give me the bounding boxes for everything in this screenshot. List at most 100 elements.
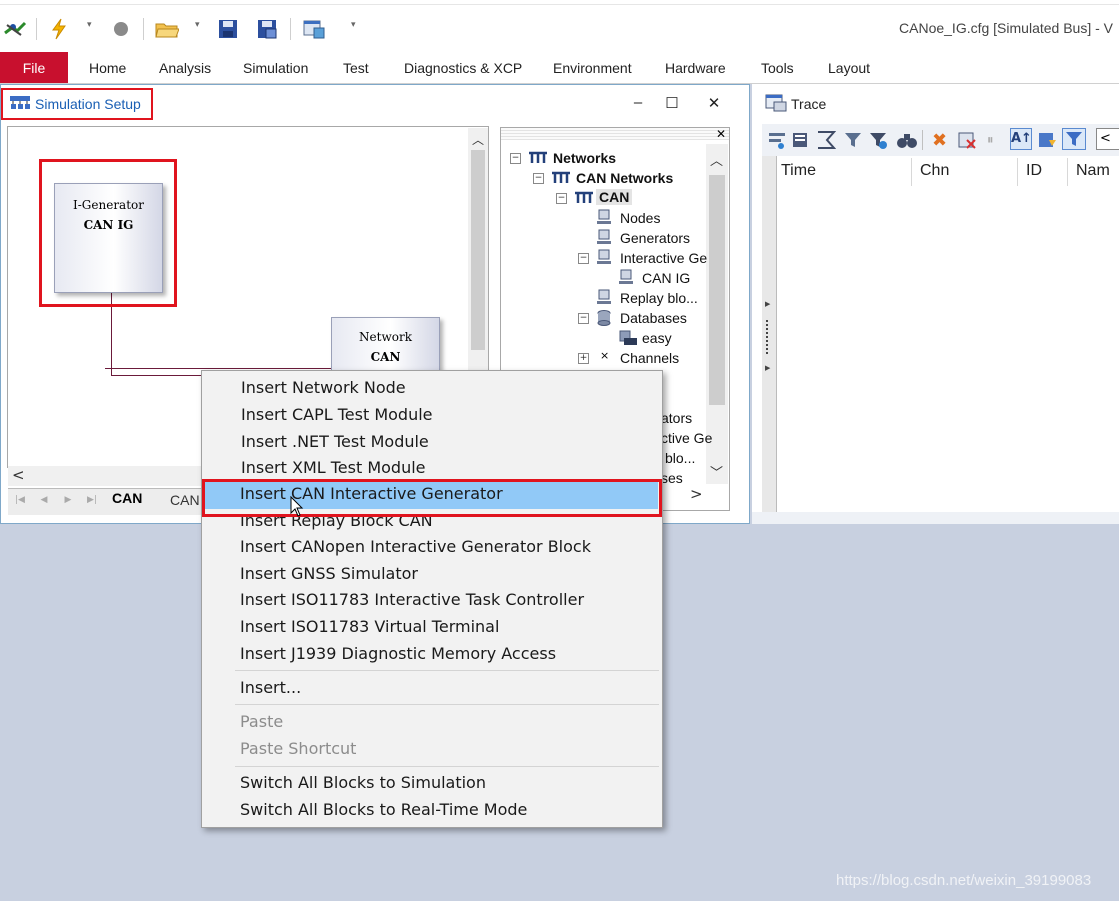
tab-simulation[interactable]: Simulation	[243, 60, 308, 76]
filter-clear-icon[interactable]	[957, 130, 977, 154]
expand-icon[interactable]: +	[578, 353, 589, 364]
trace-title[interactable]: Trace	[791, 96, 826, 112]
tree-item-networks[interactable]: Networks	[553, 150, 616, 166]
splitter-arrow-icon[interactable]: ▶	[765, 364, 770, 372]
scroll-up-icon[interactable]: ︿	[472, 131, 484, 148]
node-icon	[596, 249, 612, 269]
scroll-right-icon[interactable]: >	[690, 485, 703, 503]
minimize-button[interactable]: –	[628, 94, 648, 111]
column-time[interactable]: Time	[781, 162, 816, 180]
collapse-icon[interactable]: −	[556, 193, 567, 204]
network-icon	[527, 150, 549, 170]
config-icon[interactable]	[300, 16, 328, 42]
menu-item-insert-net-test-module[interactable]: Insert .NET Test Module	[241, 432, 429, 451]
pause-icon[interactable]: ⏸	[987, 133, 994, 148]
trace-dropdown[interactable]: <	[1096, 128, 1119, 150]
dbc-file-icon	[618, 330, 638, 350]
tree-item-interactive-partial[interactable]: ctive Ge	[661, 430, 712, 446]
splitter-arrow-icon[interactable]: ▶	[765, 300, 770, 308]
menu-item-insert-network-node[interactable]: Insert Network Node	[241, 378, 406, 397]
tree-item-easy[interactable]: easy	[642, 330, 672, 346]
trace-tool-icon[interactable]	[816, 130, 837, 154]
tab-diagnostics-xcp[interactable]: Diagnostics & XCP	[404, 60, 522, 76]
dropdown-arrow-icon[interactable]: ▾	[87, 20, 92, 30]
menu-item-insert-xml-test-module[interactable]: Insert XML Test Module	[241, 458, 426, 477]
tab-environment[interactable]: Environment	[553, 60, 632, 76]
toolbar-separator	[922, 130, 923, 150]
scrollbar-thumb[interactable]	[709, 175, 725, 405]
database-icon	[597, 310, 611, 330]
tree-item-databases[interactable]: Databases	[620, 310, 687, 326]
prev-sheet-icon[interactable]: ◀	[36, 492, 52, 508]
tree-item-interactive-generators[interactable]: Interactive Ge	[620, 250, 707, 266]
clear-icon[interactable]: ✖	[932, 130, 947, 151]
splitter-grip[interactable]	[766, 318, 768, 354]
scrollbar-thumb[interactable]	[471, 150, 485, 350]
trace-tool-icon[interactable]	[791, 130, 811, 154]
last-sheet-icon[interactable]: ▶|	[84, 492, 100, 508]
column-divider[interactable]	[1067, 158, 1068, 186]
column-chn[interactable]: Chn	[920, 162, 949, 180]
close-icon[interactable]: ✕	[716, 127, 726, 141]
sheet-tab-can[interactable]: CAN	[112, 490, 142, 506]
scroll-down-icon[interactable]: ﹀	[710, 462, 723, 481]
column-divider[interactable]	[1017, 158, 1018, 186]
maximize-button[interactable]: ☐	[662, 94, 682, 112]
tree-item-replay-partial[interactable]: blo...	[665, 450, 695, 466]
tab-layout[interactable]: Layout	[828, 60, 870, 76]
context-menu: Insert Network Node Insert CAPL Test Mod…	[201, 370, 663, 828]
column-id[interactable]: ID	[1026, 162, 1042, 180]
dropdown-arrow-icon[interactable]: ▾	[195, 20, 200, 30]
tree-item-can-ig[interactable]: CAN IG	[642, 270, 690, 286]
annotation-highlight-box	[1, 88, 153, 120]
record-circle-icon[interactable]	[109, 16, 133, 42]
collapse-icon[interactable]: −	[533, 173, 544, 184]
panel-grip[interactable]	[501, 128, 729, 140]
tab-file[interactable]: File	[0, 52, 68, 84]
network-sim-icon[interactable]	[2, 16, 28, 42]
node-icon	[596, 209, 612, 229]
lightning-icon[interactable]	[48, 16, 70, 42]
trace-splitter[interactable]	[762, 156, 777, 512]
collapse-icon[interactable]: −	[578, 313, 589, 324]
tab-tools[interactable]: Tools	[761, 60, 794, 76]
block-type-label: Network	[359, 330, 412, 344]
tree-item-channels[interactable]: Channels	[620, 350, 679, 366]
column-divider[interactable]	[911, 158, 912, 186]
tab-home[interactable]: Home	[89, 60, 126, 76]
tree-item-generators[interactable]: Generators	[620, 230, 690, 246]
toolbar-separator	[143, 18, 144, 40]
tree-item-databases-partial[interactable]: ses	[661, 470, 683, 486]
trace-tool-icon[interactable]	[843, 130, 863, 154]
binoculars-icon[interactable]	[896, 130, 918, 154]
tab-hardware[interactable]: Hardware	[665, 60, 726, 76]
trace-tool-icon[interactable]	[767, 130, 787, 154]
tree-item-can-networks[interactable]: CAN Networks	[576, 170, 673, 186]
collapse-icon[interactable]: −	[578, 253, 589, 264]
save-icon[interactable]	[216, 16, 240, 42]
scroll-left-icon[interactable]: <	[12, 466, 25, 484]
save-as-icon[interactable]	[255, 16, 279, 42]
trace-tool-icon[interactable]	[1037, 130, 1057, 154]
filter-icon[interactable]	[1062, 128, 1086, 150]
column-name[interactable]: Nam	[1076, 162, 1110, 180]
trace-tool-icon[interactable]	[868, 130, 888, 154]
tree-item-can[interactable]: CAN	[596, 189, 633, 205]
window-title: CANoe_IG.cfg [Simulated Bus] - V	[899, 20, 1113, 36]
next-sheet-icon[interactable]: ▶	[60, 492, 76, 508]
open-folder-icon[interactable]	[153, 16, 181, 42]
tree-item-generators-partial[interactable]: ators	[661, 410, 692, 426]
tab-test[interactable]: Test	[343, 60, 369, 76]
customize-toolbar-arrow[interactable]: ▾	[351, 20, 356, 30]
sheet-tab-can[interactable]: CAN	[170, 492, 200, 508]
time-mode-icon[interactable]: A↑	[1010, 128, 1032, 150]
tree-item-replay-blocks[interactable]: Replay blo...	[620, 290, 698, 306]
tree-item-nodes[interactable]: Nodes	[620, 210, 660, 226]
menu-item-insert-capl-test-module[interactable]: Insert CAPL Test Module	[241, 405, 433, 424]
close-button[interactable]: ✕	[704, 94, 724, 112]
tab-analysis[interactable]: Analysis	[159, 60, 211, 76]
collapse-icon[interactable]: −	[510, 153, 521, 164]
mouse-cursor-icon	[290, 495, 304, 522]
scroll-up-icon[interactable]: ︿	[710, 150, 723, 169]
first-sheet-icon[interactable]: |◀	[12, 492, 28, 508]
